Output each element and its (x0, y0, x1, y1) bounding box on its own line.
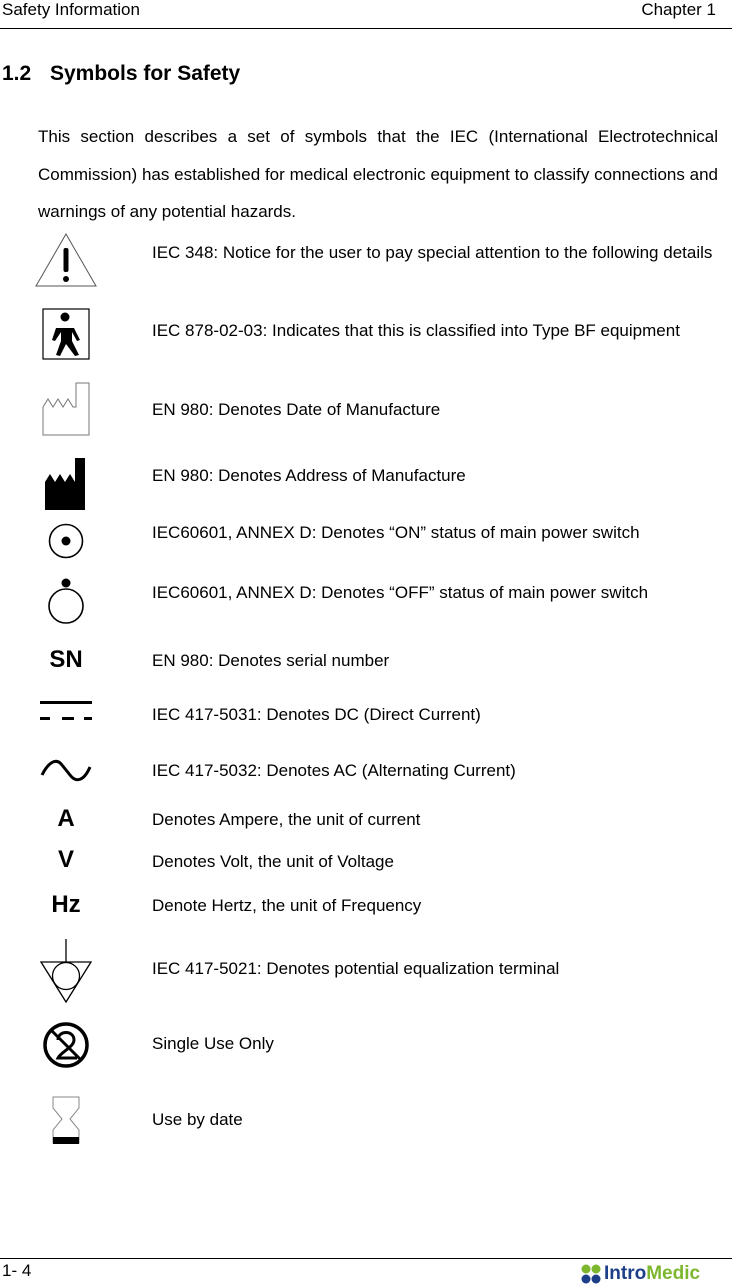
ampere-icon: A (57, 805, 75, 832)
symbol-description: IEC 878-02-03: Indicates that this is cl… (152, 321, 680, 340)
warning-triangle-icon (22, 230, 110, 290)
equipotential-icon (22, 938, 110, 1004)
use-by-date-icon (22, 1095, 110, 1145)
power-off-icon (22, 576, 110, 626)
logo-text-medic: Medic (646, 1263, 701, 1284)
volt-icon: V (57, 846, 74, 873)
type-bf-icon (22, 308, 110, 360)
dc-icon (22, 698, 110, 724)
hertz-icon: Hz (51, 891, 81, 918)
logo-text-intro: Intro (604, 1263, 647, 1284)
manufacturer-icon (22, 456, 110, 512)
header-rule (0, 28, 732, 29)
symbol-description: IEC60601, ANNEX D: Denotes “OFF” status … (152, 583, 649, 602)
symbol-description: IEC 417-5031: Denotes DC (Direct Current… (152, 705, 481, 724)
symbol-description: EN 980: Denotes Address of Manufacture (152, 466, 466, 485)
intro-paragraph: This section describes a set of symbols … (38, 127, 718, 221)
symbol-description: Denotes Ampere, the unit of current (152, 810, 421, 829)
symbol-description: IEC 348: Notice for the user to pay spec… (152, 243, 713, 262)
intromedic-logo: Intro Medic (580, 1263, 700, 1285)
footer-rule (0, 1258, 732, 1259)
symbol-description: IEC 417-5021: Denotes potential equaliza… (152, 959, 560, 978)
date-of-manufacture-icon (22, 381, 110, 437)
power-on-icon (22, 521, 110, 561)
symbol-description: IEC 417-5032: Denotes AC (Alternating Cu… (152, 761, 516, 780)
header-chapter: Chapter 1 (641, 0, 716, 19)
symbol-description: Denotes Volt, the unit of Voltage (152, 852, 394, 871)
symbol-description: IEC60601, ANNEX D: Denotes “ON” status o… (152, 523, 640, 542)
symbol-description: Use by date (152, 1110, 243, 1129)
page-number: 1- 4 (2, 1261, 32, 1280)
section-heading: 1.2 Symbols for Safety (2, 62, 240, 86)
serial-number-icon: SN (49, 646, 83, 673)
section-number: 1.2 (2, 62, 32, 85)
symbol-description: Denote Hertz, the unit of Frequency (152, 896, 422, 915)
logo-mark-icon (581, 1264, 601, 1284)
symbol-description: EN 980: Denotes Date of Manufacture (152, 400, 441, 419)
header-title: Safety Information (2, 0, 140, 19)
section-title: Symbols for Safety (50, 62, 241, 85)
symbol-description: EN 980: Denotes serial number (152, 651, 390, 670)
ac-icon (22, 752, 110, 788)
symbol-description: Single Use Only (152, 1034, 274, 1053)
single-use-icon (22, 1020, 110, 1070)
